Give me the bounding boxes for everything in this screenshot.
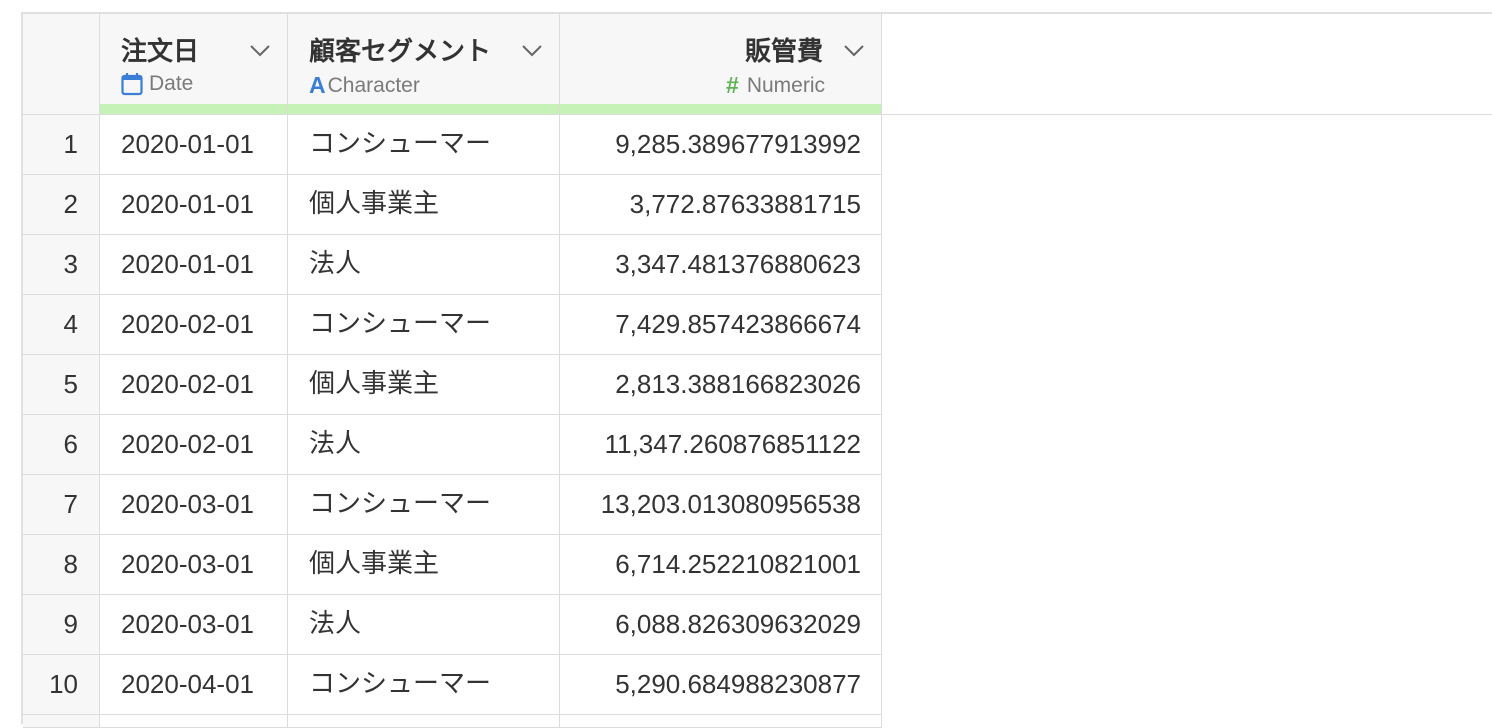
numeric-type-icon: # bbox=[726, 72, 739, 98]
customer-segment-cell[interactable]: 個人事業主 bbox=[288, 535, 560, 594]
customer-segment-cell[interactable]: コンシューマー bbox=[288, 655, 560, 714]
customer-segment-cell[interactable]: コンシューマー bbox=[288, 475, 560, 534]
column-header-row: 注文日 Date 顧客セグメント A Character 販管費 # Numer… bbox=[23, 14, 1492, 115]
row-number: 8 bbox=[23, 535, 100, 594]
sga-expense-cell bbox=[560, 715, 882, 727]
order-date-cell[interactable]: 2020-01-01 bbox=[100, 115, 288, 174]
row-number: 5 bbox=[23, 355, 100, 414]
sga-expense-cell[interactable]: 5,290.684988230877 bbox=[560, 655, 882, 714]
row-number-header bbox=[23, 14, 100, 114]
order-date-cell[interactable]: 2020-01-01 bbox=[100, 235, 288, 294]
order-date-cell[interactable]: 2020-03-01 bbox=[100, 475, 288, 534]
table-row[interactable]: 5 2020-02-01 個人事業主 2,813.388166823026 bbox=[23, 355, 882, 415]
column-quality-bar bbox=[560, 104, 881, 114]
column-type-label: Character bbox=[327, 73, 420, 97]
table-row[interactable]: 4 2020-02-01 コンシューマー 7,429.857423866674 bbox=[23, 295, 882, 355]
chevron-down-icon[interactable] bbox=[841, 37, 867, 63]
column-type: # Numeric bbox=[726, 72, 825, 99]
column-name: 顧客セグメント bbox=[309, 37, 492, 67]
sga-expense-cell[interactable]: 3,347.481376880623 bbox=[560, 235, 882, 294]
sga-expense-cell[interactable]: 9,285.389677913992 bbox=[560, 115, 882, 174]
customer-segment-cell bbox=[288, 715, 560, 727]
sga-expense-cell[interactable]: 6,088.826309632029 bbox=[560, 595, 882, 654]
column-type: Date bbox=[121, 72, 193, 96]
table-row[interactable]: 8 2020-03-01 個人事業主 6,714.252210821001 bbox=[23, 535, 882, 595]
row-number: 7 bbox=[23, 475, 100, 534]
table-row[interactable]: 1 2020-01-01 コンシューマー 9,285.389677913992 bbox=[23, 115, 882, 175]
table-row[interactable]: 7 2020-03-01 コンシューマー 13,203.013080956538 bbox=[23, 475, 882, 535]
table-row[interactable]: 6 2020-02-01 法人 11,347.260876851122 bbox=[23, 415, 882, 475]
column-name: 注文日 bbox=[121, 37, 200, 67]
row-number: 9 bbox=[23, 595, 100, 654]
sga-expense-cell[interactable]: 3,772.87633881715 bbox=[560, 175, 882, 234]
column-header-sga-expense[interactable]: 販管費 # Numeric bbox=[560, 14, 882, 114]
row-number: 6 bbox=[23, 415, 100, 474]
row-number bbox=[23, 715, 100, 727]
table-row[interactable]: 9 2020-03-01 法人 6,088.826309632029 bbox=[23, 595, 882, 655]
table-row[interactable]: 3 2020-01-01 法人 3,347.481376880623 bbox=[23, 235, 882, 295]
sga-expense-cell[interactable]: 13,203.013080956538 bbox=[560, 475, 882, 534]
table-row[interactable]: 10 2020-04-01 コンシューマー 5,290.684988230877 bbox=[23, 655, 882, 715]
order-date-cell[interactable]: 2020-02-01 bbox=[100, 295, 288, 354]
column-header-order-date[interactable]: 注文日 Date bbox=[100, 14, 288, 114]
table-body: 1 2020-01-01 コンシューマー 9,285.389677913992 … bbox=[23, 115, 882, 728]
customer-segment-cell[interactable]: コンシューマー bbox=[288, 295, 560, 354]
table-row[interactable]: 2 2020-01-01 個人事業主 3,772.87633881715 bbox=[23, 175, 882, 235]
order-date-cell bbox=[100, 715, 288, 727]
sga-expense-cell[interactable]: 11,347.260876851122 bbox=[560, 415, 882, 474]
column-name: 販管費 bbox=[744, 37, 823, 67]
order-date-cell[interactable]: 2020-04-01 bbox=[100, 655, 288, 714]
customer-segment-cell[interactable]: 法人 bbox=[288, 235, 560, 294]
calendar-icon bbox=[121, 72, 143, 96]
customer-segment-cell[interactable]: 法人 bbox=[288, 595, 560, 654]
row-number: 10 bbox=[23, 655, 100, 714]
column-quality-bar bbox=[288, 104, 559, 114]
row-number: 2 bbox=[23, 175, 100, 234]
data-grid: 注文日 Date 顧客セグメント A Character 販管費 # Numer… bbox=[21, 12, 1492, 728]
customer-segment-cell[interactable]: コンシューマー bbox=[288, 115, 560, 174]
chevron-down-icon[interactable] bbox=[519, 37, 545, 63]
row-number: 1 bbox=[23, 115, 100, 174]
order-date-cell[interactable]: 2020-01-01 bbox=[100, 175, 288, 234]
sga-expense-cell[interactable]: 6,714.252210821001 bbox=[560, 535, 882, 594]
order-date-cell[interactable]: 2020-03-01 bbox=[100, 595, 288, 654]
customer-segment-cell[interactable]: 個人事業主 bbox=[288, 355, 560, 414]
order-date-cell[interactable]: 2020-02-01 bbox=[100, 415, 288, 474]
chevron-down-icon[interactable] bbox=[247, 37, 273, 63]
column-header-customer-segment[interactable]: 顧客セグメント A Character bbox=[288, 14, 560, 114]
column-type-label: Numeric bbox=[746, 73, 825, 97]
order-date-cell[interactable]: 2020-03-01 bbox=[100, 535, 288, 594]
customer-segment-cell[interactable]: 個人事業主 bbox=[288, 175, 560, 234]
sga-expense-cell[interactable]: 2,813.388166823026 bbox=[560, 355, 882, 414]
row-number: 4 bbox=[23, 295, 100, 354]
sga-expense-cell[interactable]: 7,429.857423866674 bbox=[560, 295, 882, 354]
order-date-cell[interactable]: 2020-02-01 bbox=[100, 355, 288, 414]
column-quality-bar bbox=[100, 104, 287, 114]
column-type: A Character bbox=[309, 72, 420, 99]
character-type-icon: A bbox=[309, 72, 326, 98]
customer-segment-cell[interactable]: 法人 bbox=[288, 415, 560, 474]
column-type-label: Date bbox=[149, 72, 194, 95]
row-number: 3 bbox=[23, 235, 100, 294]
